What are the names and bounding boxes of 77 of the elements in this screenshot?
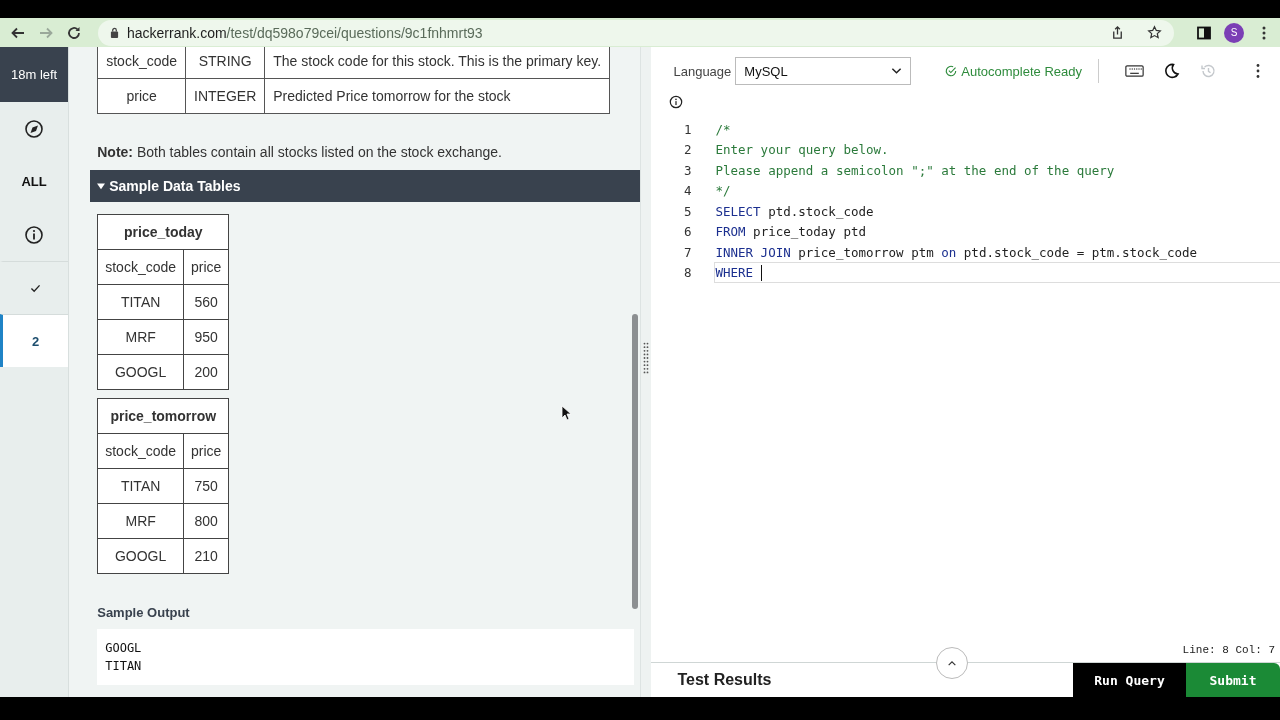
compass-icon[interactable] (24, 118, 45, 139)
code-line: SELECT ptd.stock_code (714, 202, 875, 221)
table-cell: stock_code (97, 47, 186, 79)
code-line: INNER JOIN price_tomorrow ptm on ptd.stock_code = ptm.stock_code (714, 243, 1199, 262)
star-icon[interactable] (1147, 25, 1162, 40)
code-line: Enter your query below. (714, 141, 890, 160)
code-line: FROM price_today ptd (714, 223, 867, 242)
code-line: Please append a semicolon ";" at the end of the query (714, 161, 1116, 180)
line-number: 6 (682, 224, 693, 240)
section-header[interactable]: Sample Data Tables (90, 170, 640, 202)
table-cell: GOOGL (97, 538, 184, 574)
address-bar[interactable]: hackerrank.com/test/dq598o79cei/questions/9c1fnhmrt93 (98, 19, 1174, 46)
table-cell: STRING (185, 47, 265, 79)
column-header: stock_code (97, 433, 184, 469)
chevron-down-icon (891, 67, 903, 75)
info-icon[interactable] (669, 95, 684, 109)
line-number: 5 (682, 203, 693, 219)
table-title: price_today (97, 214, 229, 250)
line-number: 2 (682, 142, 693, 158)
filter-all-tab[interactable]: ALL (21, 174, 47, 189)
moon-icon[interactable] (1162, 63, 1181, 79)
profile-avatar[interactable]: S (1224, 22, 1244, 43)
table-cell: price (97, 78, 186, 114)
mouse-pointer-icon (561, 405, 572, 421)
reload-icon[interactable] (66, 24, 82, 41)
keyboard-icon[interactable] (1125, 63, 1144, 79)
language-label: Language (673, 63, 732, 79)
output-line: GOOGL (105, 640, 143, 657)
line-number: 4 (682, 183, 693, 199)
code-line: */ (714, 182, 732, 201)
line-number: 1 (682, 121, 693, 137)
column-header: price (183, 249, 229, 285)
run-query-button[interactable]: Run Query (1073, 663, 1186, 697)
column-header: stock_code (97, 249, 184, 285)
line-number: 7 (682, 244, 693, 260)
line-number: 8 (682, 265, 693, 281)
table-cell: 950 (183, 319, 229, 355)
table-cell: GOOGL (97, 354, 184, 390)
question-tab[interactable]: 2 (0, 314, 69, 367)
submit-button[interactable]: Submit (1186, 663, 1280, 697)
table-title: price_tomorrow (97, 398, 229, 434)
test-results-heading[interactable]: Test Results (677, 671, 772, 689)
table-cell: 200 (183, 354, 229, 390)
column-header: price (183, 433, 229, 469)
table-cell: INTEGER (185, 78, 265, 114)
table-cell: 560 (183, 284, 229, 320)
info-icon[interactable] (24, 224, 45, 245)
table-cell: TITAN (97, 284, 184, 320)
table-cell: 800 (183, 503, 229, 539)
table-cell: MRF (97, 503, 184, 539)
more-icon[interactable] (1256, 63, 1260, 79)
note-text: Note: Both tables contain all stocks listed on the stock exchange. (97, 144, 503, 160)
lock-icon (110, 27, 119, 38)
triangle-icon (97, 182, 106, 190)
output-line: TITAN (105, 658, 143, 675)
chevron-up-icon (947, 659, 958, 667)
section-heading: Sample Output (97, 605, 191, 620)
language-select[interactable]: MySQL (735, 57, 912, 85)
drag-handle-icon[interactable] (643, 340, 650, 374)
line-number: 3 (682, 162, 693, 178)
code-line: WHERE (714, 262, 1280, 284)
check-circle-icon (945, 65, 958, 77)
cursor-position: Line: 8 Col: 7 (1182, 644, 1275, 656)
table-cell: MRF (97, 319, 184, 355)
scrollbar-thumb[interactable] (631, 314, 638, 609)
table-cell: Predicted Price tomorrow for the stock (264, 78, 610, 114)
table-cell: 750 (183, 468, 229, 504)
table-cell: 210 (183, 538, 229, 574)
check-icon (30, 283, 42, 293)
table-cell: TITAN (97, 468, 184, 504)
code-line: /* (714, 120, 732, 139)
table-cell: The stock code for this stock. This is the primary key. (264, 47, 610, 79)
autocomplete-status: Autocomplete Ready (945, 63, 1082, 79)
side-panel-icon[interactable] (1196, 24, 1212, 41)
share-icon[interactable] (1110, 25, 1125, 40)
url-text: hackerrank.com/test/dq598o79cei/questions/9c1fnhmrt93 (127, 24, 483, 41)
timer: 18m left (0, 47, 69, 102)
